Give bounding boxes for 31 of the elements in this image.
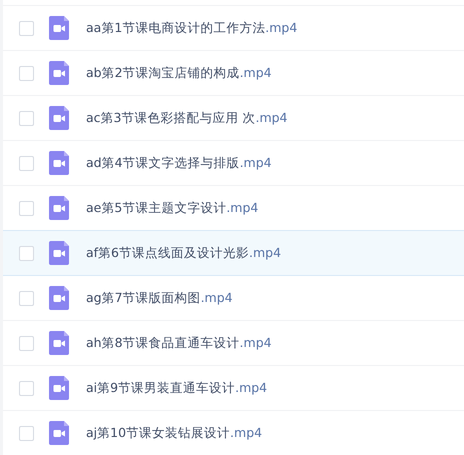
video-file-icon: [49, 241, 69, 265]
file-name: ab第2节课淘宝店铺的构成.mp4: [86, 64, 272, 82]
video-file-icon: [49, 151, 69, 175]
video-file-icon: [49, 331, 69, 355]
video-file-icon: [49, 421, 69, 445]
file-name: ae第5节课主题文字设计.mp4: [86, 200, 258, 216]
checkbox[interactable]: [19, 290, 34, 306]
video-file-icon: [49, 16, 69, 40]
file-name: ad第4节课文字选择与排版.mp4: [86, 154, 272, 172]
file-name: ai第9节课男装直通车设计.mp4: [86, 380, 268, 396]
file-name: aj第10节课女装钻展设计.mp4: [86, 424, 262, 442]
checkbox[interactable]: [19, 20, 34, 36]
video-file-icon: [49, 286, 69, 310]
checkbox[interactable]: [19, 336, 34, 350]
file-name: aa第1节课电商设计的工作方法.mp4: [86, 20, 298, 36]
video-file-icon: [49, 196, 69, 220]
video-file-icon: [49, 376, 69, 400]
checkbox[interactable]: [19, 200, 34, 216]
video-file-icon: [49, 61, 69, 85]
file-name: af第6节课点线面及设计光影.mp4: [86, 244, 282, 262]
checkbox[interactable]: [19, 426, 34, 440]
checkbox[interactable]: [19, 380, 34, 396]
checkbox[interactable]: [19, 66, 34, 80]
checkbox[interactable]: [19, 156, 34, 170]
checkbox[interactable]: [19, 110, 34, 126]
checkbox[interactable]: [19, 246, 34, 260]
file-name: ah第8节课食品直通车设计.mp4: [86, 334, 272, 352]
video-file-icon: [49, 106, 69, 130]
file-name: ac第3节课色彩搭配与应用 次.mp4: [86, 110, 288, 126]
file-row[interactable]: af第6节课点线面及设计光影.mp4: [3, 230, 464, 276]
file-name: ag第7节课版面构图.mp4: [86, 290, 233, 306]
